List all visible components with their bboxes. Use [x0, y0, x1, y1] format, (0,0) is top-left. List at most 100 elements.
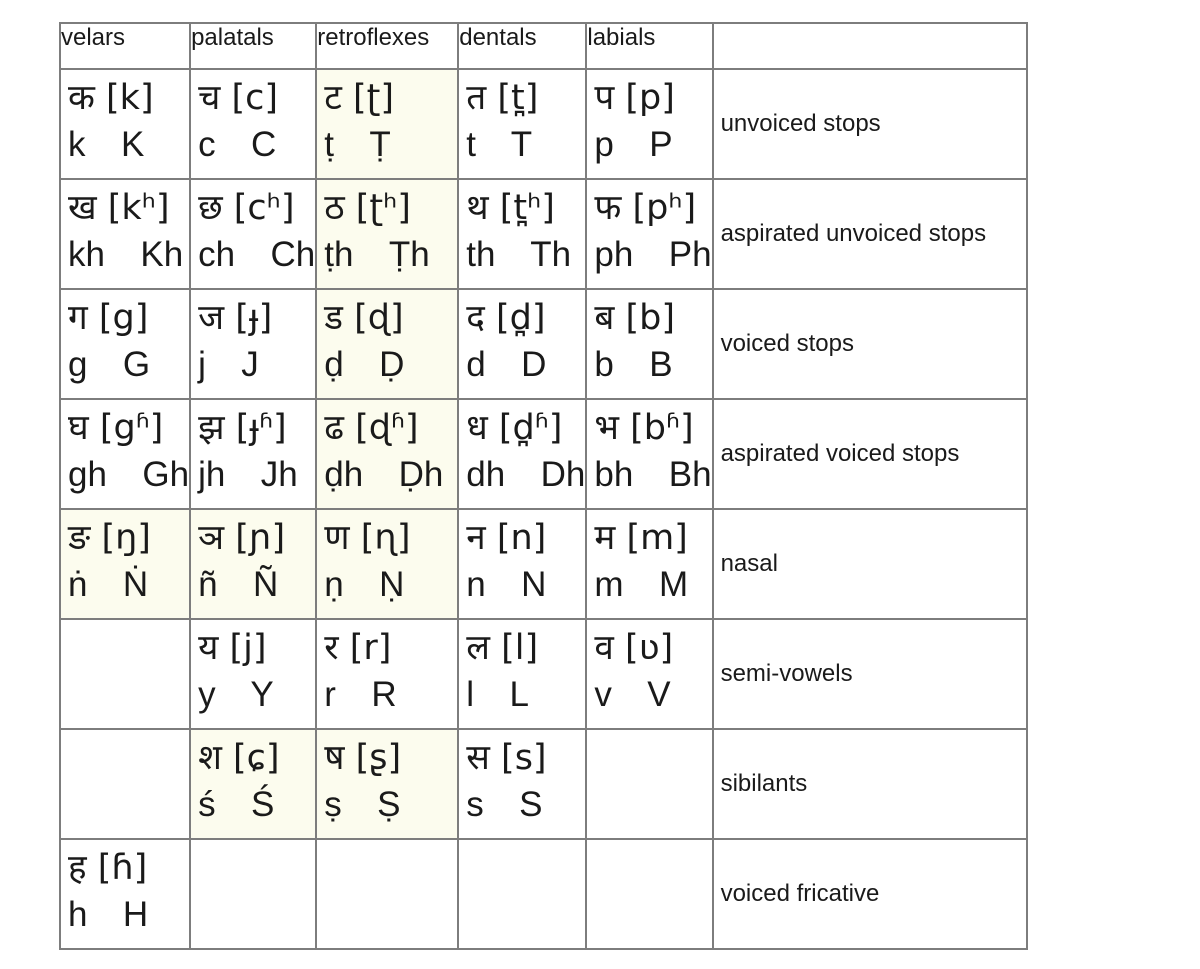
- devanagari-letter: म: [594, 518, 616, 558]
- labial-cell: ब [b] b B: [585, 288, 714, 400]
- romanization: l L: [466, 675, 529, 714]
- devanagari-line: न [n]: [466, 518, 585, 558]
- devanagari-letter: ख: [68, 188, 97, 228]
- ipa-symbol: [ʈ]: [353, 78, 395, 118]
- devanagari-letter: त: [466, 78, 487, 118]
- romanization: ph Ph: [594, 235, 712, 274]
- row-description: aspirated voiced stops: [711, 398, 1028, 510]
- ipa-symbol: [ŋ]: [101, 518, 151, 558]
- devanagari-line: ष [ʂ]: [324, 738, 457, 778]
- devanagari-letter: ष: [324, 738, 345, 778]
- row-description: voiced fricative: [711, 838, 1028, 950]
- romanization: ś Ś: [198, 785, 275, 824]
- velar-cell: क [k] k K: [58, 68, 192, 180]
- devanagari-line: त [t̪]: [466, 78, 585, 118]
- dental-cell: त [t̪] t T: [457, 68, 588, 180]
- ipa-symbol: [ʈʰ]: [355, 188, 411, 228]
- devanagari-line: ह [ɦ]: [68, 848, 189, 888]
- palatal-cell: ञ [ɲ] ñ Ñ: [189, 508, 318, 620]
- devanagari-letter: थ: [466, 188, 489, 228]
- header-palatals: palatals: [189, 22, 318, 70]
- header-retroflexes: retroflexes: [315, 22, 460, 70]
- palatal-cell: ज [ɟ] j J: [189, 288, 318, 400]
- labial-cell: फ [pʰ] ph Ph: [585, 178, 714, 290]
- romanization: j J: [198, 345, 259, 384]
- romanization: ṣ Ṣ: [324, 785, 401, 824]
- romanization: n N: [466, 565, 547, 604]
- ipa-symbol: [k]: [106, 78, 154, 118]
- devanagari-letter: श: [198, 738, 222, 778]
- devanagari-line: थ [t̪ʰ]: [466, 188, 585, 228]
- labial-cell: प [p] p P: [585, 68, 714, 180]
- devanagari-letter: ण: [324, 518, 350, 558]
- ipa-symbol: [p]: [625, 78, 675, 118]
- romanization: s S: [466, 785, 543, 824]
- devanagari-letter: ज: [198, 298, 225, 338]
- devanagari-letter: ङ: [68, 518, 91, 558]
- devanagari-letter: ट: [324, 78, 342, 118]
- table-row: ख [kʰ] kh Kh छ [cʰ] ch Ch ठ [ʈʰ] ṭh Ṭh थ [t̪ʰ]…: [58, 178, 1028, 290]
- devanagari-letter: स: [466, 738, 490, 778]
- devanagari-letter: ढ: [324, 408, 344, 448]
- velar-cell: ङ [ŋ] ṅ Ṅ: [58, 508, 192, 620]
- romanization: kh Kh: [68, 235, 184, 274]
- palatal-cell: झ [ɟʱ] jh Jh: [189, 398, 318, 510]
- romanization: bh Bh: [594, 455, 712, 494]
- devanagari-line: भ [bʱ]: [594, 408, 711, 448]
- ipa-symbol: [d̪ʱ]: [498, 408, 563, 448]
- romanization: ḍh Ḍh: [324, 455, 444, 494]
- row-description: sibilants: [711, 728, 1028, 840]
- retroflex-cell: ड [ɖ] ḍ Ḍ: [315, 288, 460, 400]
- devanagari-letter: य: [198, 628, 219, 668]
- palatal-cell: च [c] c C: [189, 68, 318, 180]
- devanagari-letter: भ: [594, 408, 619, 448]
- devanagari-line: र [r]: [324, 628, 457, 668]
- empty-cell: [315, 838, 460, 950]
- devanagari-letter: झ: [198, 408, 225, 448]
- header-labials: labials: [585, 22, 714, 70]
- devanagari-line: क [k]: [68, 78, 189, 118]
- devanagari-letter: व: [594, 628, 614, 668]
- palatal-cell: श [ɕ] ś Ś: [189, 728, 318, 840]
- romanization: g G: [68, 345, 151, 384]
- romanization: ḍ Ḍ: [324, 345, 405, 384]
- romanization: dh Dh: [466, 455, 586, 494]
- ipa-symbol: [n]: [496, 518, 547, 558]
- romanization: b B: [594, 345, 673, 384]
- dental-cell: ध [d̪ʱ] dh Dh: [457, 398, 588, 510]
- dental-cell: न [n] n N: [457, 508, 588, 620]
- devanagari-line: ञ [ɲ]: [198, 518, 315, 558]
- velar-cell: ख [kʰ] kh Kh: [58, 178, 192, 290]
- devanagari-letter: फ: [594, 188, 622, 228]
- empty-cell: [457, 838, 588, 950]
- dental-cell: द [d̪] d D: [457, 288, 588, 400]
- devanagari-line: द [d̪]: [466, 298, 585, 338]
- header-dentals: dentals: [457, 22, 588, 70]
- devanagari-line: ढ [ɖʱ]: [324, 408, 457, 448]
- devanagari-line: छ [cʰ]: [198, 188, 315, 228]
- velar-cell: ह [ɦ] h H: [58, 838, 192, 950]
- ipa-symbol: [ɕ]: [233, 738, 280, 778]
- romanization: d D: [466, 345, 547, 384]
- ipa-symbol: [d̪]: [495, 298, 546, 338]
- devanagari-line: ल [l]: [466, 628, 585, 668]
- header-blank: [711, 22, 1028, 70]
- table-row: य [j] y Y र [r] r R ल [l] l L व [ʋ] v V semi-vow…: [58, 618, 1028, 730]
- devanagari-line: ब [b]: [594, 298, 711, 338]
- empty-cell: [58, 728, 192, 840]
- romanization: gh Gh: [68, 455, 190, 494]
- romanization: v V: [594, 675, 671, 714]
- palatal-cell: य [j] y Y: [189, 618, 318, 730]
- devanagari-letter: च: [198, 78, 221, 118]
- devanagari-letter: ग: [68, 298, 88, 338]
- ipa-symbol: [pʰ]: [632, 188, 697, 228]
- retroflex-cell: ण [ɳ] ṇ Ṇ: [315, 508, 460, 620]
- devanagari-letter: ध: [466, 408, 488, 448]
- labial-cell: म [m] m M: [585, 508, 714, 620]
- ipa-symbol: [ɟ]: [235, 298, 273, 338]
- ipa-symbol: [r]: [349, 628, 392, 668]
- ipa-symbol: [c]: [231, 78, 279, 118]
- devanagari-letter: ह: [68, 848, 87, 888]
- romanization: ṭh Ṭh: [324, 235, 430, 274]
- ipa-symbol: [b]: [625, 298, 676, 338]
